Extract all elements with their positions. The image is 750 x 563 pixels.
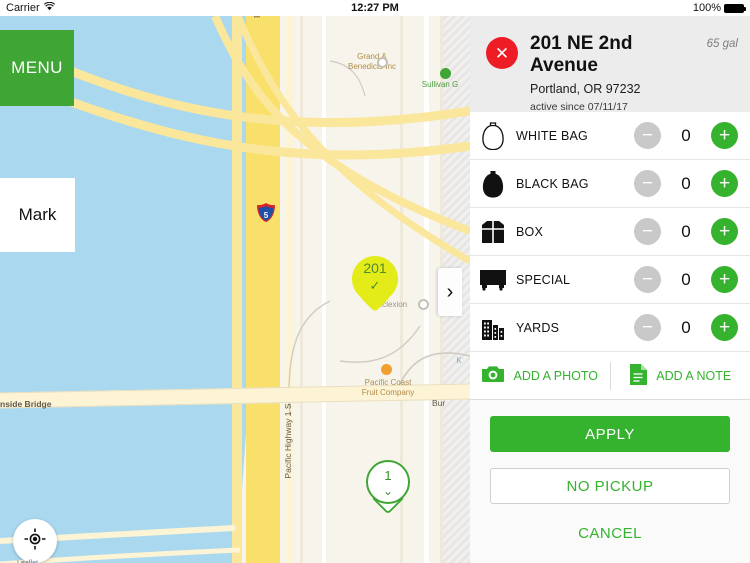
mark-button[interactable]: Mark: [0, 178, 75, 252]
row-label: YARDS: [516, 320, 560, 335]
count-value: 0: [681, 317, 691, 337]
page-title: 201 NE 2nd Avenue: [530, 33, 633, 76]
stop-detail-panel: ✕ 201 NE 2nd Avenue 65 gal Portland, OR …: [470, 16, 750, 563]
map-poi-dot-exclexion: [418, 299, 429, 310]
interstate-5-shield-icon: 5: [256, 202, 276, 223]
row-label: SPECIAL: [516, 272, 571, 287]
note-document-icon: [629, 363, 648, 389]
map-poi-dot-pacific-coast: [381, 364, 392, 375]
add-note-label: ADD A NOTE: [656, 368, 732, 383]
map-pin-201[interactable]: 201 ✓: [352, 256, 398, 314]
check-icon: ✓: [369, 278, 381, 293]
svg-text:5: 5: [264, 211, 269, 220]
black-bag-icon: [470, 170, 516, 198]
decrement-button[interactable]: −: [634, 170, 661, 197]
panel-actions: ADD A PHOTO ADD A NOTE: [470, 352, 750, 400]
row-label: BOX: [516, 224, 543, 239]
table-row: BLACK BAG − 0 +: [470, 160, 750, 208]
count-value: 0: [681, 125, 691, 145]
decrement-button[interactable]: −: [634, 218, 661, 245]
increment-button[interactable]: +: [711, 266, 738, 293]
buildings-icon: [470, 316, 516, 340]
increment-button[interactable]: +: [711, 314, 738, 341]
locate-button[interactable]: [13, 519, 57, 563]
map-poi-dot-grand: [377, 57, 388, 68]
increment-button[interactable]: +: [711, 122, 738, 149]
map-poi-dot-park: [440, 68, 451, 79]
map-pin-cluster-1[interactable]: 1 ⌄: [366, 460, 412, 518]
apply-button[interactable]: APPLY: [490, 416, 730, 452]
increment-button[interactable]: +: [711, 170, 738, 197]
add-note-button[interactable]: ADD A NOTE: [611, 352, 750, 399]
panel-buttons: APPLY NO PICKUP CANCEL: [470, 400, 750, 546]
capacity-label: 65 gal: [706, 38, 738, 50]
no-pickup-button[interactable]: NO PICKUP: [490, 468, 730, 504]
status-bar-right: 100%: [692, 0, 746, 16]
white-bag-icon: [470, 121, 516, 150]
locate-crosshair-icon: [24, 528, 46, 555]
decrement-button[interactable]: −: [634, 266, 661, 293]
chevron-down-icon: ⌄: [382, 484, 394, 498]
table-row: BOX − 0 +: [470, 208, 750, 256]
menu-button[interactable]: MENU: [0, 30, 74, 106]
table-row: YARDS − 0 +: [470, 304, 750, 352]
add-photo-label: ADD A PHOTO: [513, 368, 598, 383]
close-button[interactable]: ✕: [486, 37, 518, 69]
panel-header: ✕ 201 NE 2nd Avenue 65 gal Portland, OR …: [470, 16, 750, 113]
dumpster-icon: [470, 269, 516, 291]
increment-button[interactable]: +: [711, 218, 738, 245]
decrement-button[interactable]: −: [634, 314, 661, 341]
map-pin-cluster-label: 1: [384, 468, 392, 483]
cancel-button[interactable]: CANCEL: [490, 520, 730, 546]
camera-icon: [481, 365, 505, 386]
panel-collapse-handle[interactable]: ›: [438, 268, 462, 316]
status-bar-time: 12:27 PM: [351, 2, 399, 14]
row-label: BLACK BAG: [516, 176, 589, 191]
table-row: WHITE BAG − 0 +: [470, 112, 750, 160]
map-canvas[interactable]: Grand & Benedicts Inc Sullivan G Exclexi…: [0, 16, 470, 563]
battery-full-icon: [724, 3, 746, 13]
close-x-icon: ✕: [494, 43, 510, 63]
decrement-button[interactable]: −: [634, 122, 661, 149]
status-bar: Carrier 12:27 PM 100%: [0, 0, 750, 16]
app-screen: Carrier 12:27 PM 100% Grand Benedicts In…: [0, 0, 750, 563]
count-value: 0: [681, 173, 691, 193]
row-label: WHITE BAG: [516, 128, 588, 143]
add-photo-button[interactable]: ADD A PHOTO: [470, 352, 610, 399]
battery-percent-label: 100%: [692, 2, 721, 14]
city-state-zip: Portland, OR 97232: [530, 82, 641, 96]
box-icon: [470, 219, 516, 245]
count-value: 0: [681, 221, 691, 241]
count-value: 0: [681, 269, 691, 289]
table-row: SPECIAL − 0 +: [470, 256, 750, 304]
map-pin-201-label: 201: [363, 260, 387, 276]
